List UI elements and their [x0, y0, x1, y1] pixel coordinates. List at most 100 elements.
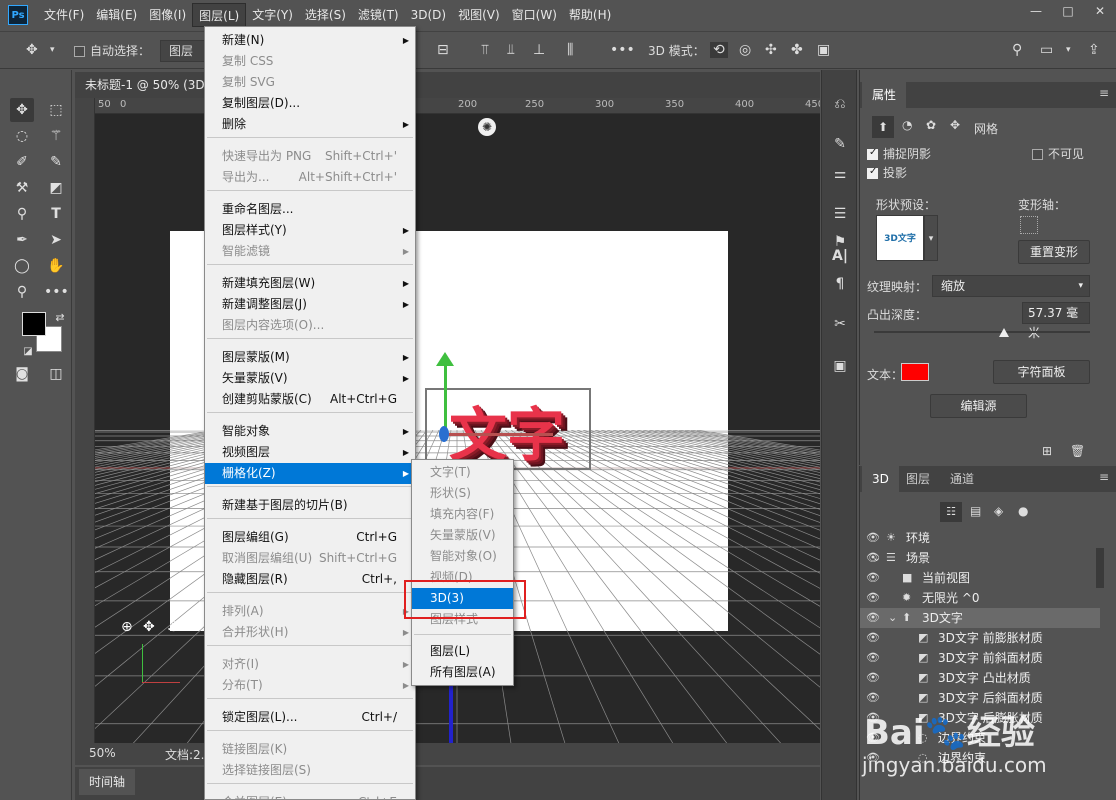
layer-menu-item[interactable]: 新建填充图层(W) ▶	[205, 273, 415, 294]
eraser-tool-icon[interactable]: ◩	[44, 176, 68, 200]
coordinates-tab-icon[interactable]: ✥	[950, 118, 960, 132]
foreground-color-swatch[interactable]	[22, 312, 46, 336]
invisible-checkbox[interactable]	[1032, 149, 1043, 160]
scene-tree-row[interactable]: 👁 ◩ 3D文字 凸出材质	[860, 668, 1100, 688]
menu-item[interactable]: 图像(I)	[143, 3, 192, 27]
slide-3d-icon[interactable]: ✤	[791, 42, 803, 58]
share-icon[interactable]: ⇪	[1088, 42, 1100, 58]
text-color-swatch[interactable]	[901, 363, 929, 381]
shape-preset-thumbnail[interactable]: 3D文字	[876, 215, 924, 261]
tab-timeline[interactable]: 时间轴	[79, 769, 136, 795]
type-tool-icon[interactable]: T	[44, 202, 68, 226]
scene-tree-row[interactable]: 👁 ☀ 环境	[860, 528, 1100, 548]
visibility-eye-icon[interactable]: 👁	[866, 668, 880, 688]
scene-tree-row[interactable]: 👁 ◩ 3D文字 前膨胀材质	[860, 628, 1100, 648]
orbit-3d-icon[interactable]: ⟲	[710, 42, 728, 58]
layer-menu-item[interactable]: 图层编组(G) Ctrl+G	[205, 527, 415, 548]
search-icon[interactable]: ⚲	[1012, 42, 1022, 58]
more-tools-icon[interactable]: •••	[44, 280, 69, 304]
expand-chevron-icon[interactable]: ⌄	[872, 548, 881, 568]
layer-menu-item[interactable]: 新建基于图层的切片(B)	[205, 495, 415, 516]
scene-tree-row[interactable]: 👁 ⌄ ☰ 场景	[860, 548, 1100, 568]
stamp-tool-icon[interactable]: ⚒	[10, 176, 34, 200]
tab-properties[interactable]: 属性	[862, 82, 907, 108]
workspace-icon[interactable]: ▭	[1040, 42, 1053, 58]
visibility-eye-icon[interactable]: 👁	[866, 568, 880, 588]
layer-menu-item[interactable]: 视频图层 ▶	[205, 442, 415, 463]
layer-menu-item[interactable]: 栅格化(Z) ▶	[205, 463, 415, 484]
drag-3d-icon[interactable]: ✣	[765, 42, 777, 58]
rasterize-menu-item[interactable]: 所有图层(A)	[412, 662, 513, 683]
layer-menu-item[interactable]: 删除 ▶	[205, 114, 415, 135]
menu-item[interactable]: 滤镜(T)	[352, 3, 405, 27]
quick-mask-icon[interactable]: ◙	[10, 362, 34, 386]
scene-tree-row[interactable]: 👁 ◩ 3D文字 前斜面材质	[860, 648, 1100, 668]
trash-icon[interactable]: 🗑	[1070, 444, 1085, 458]
history-icon[interactable]: ⎌	[828, 92, 852, 116]
move-tool-icon[interactable]: ✥	[26, 42, 38, 58]
reset-deform-button[interactable]: 重置变形	[1018, 240, 1090, 264]
chevron-down-icon[interactable]: ▾	[50, 45, 55, 55]
layer-menu-item[interactable]: 矢量蒙版(V) ▶	[205, 368, 415, 389]
menu-item[interactable]: 窗口(W)	[506, 3, 563, 27]
z-axis-gizmo-icon[interactable]	[439, 426, 449, 442]
character-panel-button[interactable]: 字符面板	[993, 360, 1090, 384]
adjustments-icon[interactable]: ⚌	[828, 162, 852, 186]
visibility-eye-icon[interactable]: 👁	[866, 648, 880, 668]
menu-item[interactable]: 3D(D)	[405, 3, 452, 27]
layer-menu-item[interactable]: 新建(N) ▶	[205, 30, 415, 51]
swap-colors-icon[interactable]: ⇄	[48, 306, 72, 330]
paragraph-icon[interactable]: ¶	[828, 272, 852, 296]
visibility-eye-icon[interactable]: 👁	[866, 608, 880, 628]
scene-tree-row[interactable]: 👁 ⌄ ⬆ 3D文字	[860, 608, 1100, 628]
expand-chevron-icon[interactable]: ⌄	[888, 608, 897, 628]
document-tab[interactable]: 未标题-1 @ 50% (3D	[75, 72, 820, 98]
visibility-eye-icon[interactable]: 👁	[866, 528, 880, 548]
minimize-button[interactable]: —	[1020, 0, 1052, 24]
tools-preset-icon[interactable]: ✂	[828, 312, 852, 336]
pan-camera-icon[interactable]: ✥	[143, 619, 155, 635]
align-vcenter-icon[interactable]: ⫫	[507, 42, 515, 58]
screen-mode-icon[interactable]: ◫	[44, 362, 68, 386]
orbit-camera-icon[interactable]: ⊕	[121, 619, 133, 635]
pen-tool-icon[interactable]: ✒	[10, 228, 34, 252]
layer-menu-item[interactable]: 图层样式(Y) ▶	[205, 220, 415, 241]
extrude-depth-slider[interactable]	[874, 331, 1090, 333]
shape-preset-chevron-icon[interactable]: ▾	[924, 215, 938, 261]
layer-menu-item[interactable]: 重命名图层...	[205, 199, 415, 220]
brush-tool-icon[interactable]: ✎	[44, 150, 68, 174]
document-info[interactable]: 文档:2.	[165, 746, 205, 763]
artboard-icon[interactable]: ▣	[828, 354, 852, 378]
extrude-depth-input[interactable]: 57.37 毫米	[1022, 302, 1090, 340]
catch-shadow-checkbox[interactable]	[867, 147, 878, 160]
paragraph-styles-icon[interactable]: ☰	[828, 202, 852, 226]
align-bottom-icon[interactable]: ⊥	[533, 42, 545, 58]
lasso-tool-icon[interactable]: ◌	[10, 124, 34, 148]
menu-item[interactable]: 编辑(E)	[90, 3, 143, 27]
visibility-eye-icon[interactable]: 👁	[866, 588, 880, 608]
scene-tree-row[interactable]: 👁 ✹ 无限光 ^0	[860, 588, 1100, 608]
menu-item[interactable]: 视图(V)	[452, 3, 506, 27]
menu-item[interactable]: 选择(S)	[299, 3, 352, 27]
align-top-icon[interactable]: ⫪	[481, 42, 489, 58]
panel-menu-icon[interactable]: ≡	[1099, 86, 1109, 100]
layer-menu-item[interactable]: 智能对象 ▶	[205, 421, 415, 442]
deform-tab-icon[interactable]: ◔	[902, 118, 912, 132]
align-center-icon[interactable]: ⊟	[437, 42, 449, 58]
visibility-eye-icon[interactable]: 👁	[866, 628, 880, 648]
layer-menu-item[interactable]: 隐藏图层(R) Ctrl+,	[205, 569, 415, 590]
tab-3d[interactable]: 3D	[862, 466, 899, 492]
auto-select-option[interactable]: 自动选择：	[74, 42, 150, 60]
light-widget-icon[interactable]: ✺	[478, 118, 496, 136]
panel3d-menu-icon[interactable]: ≡	[1099, 470, 1109, 484]
menu-item[interactable]: 文字(Y)	[246, 3, 299, 27]
path-select-icon[interactable]: ➤	[44, 228, 68, 252]
magic-wand-icon[interactable]: ⚚	[44, 124, 68, 148]
rasterize-menu-item[interactable]: 图层(L)	[412, 641, 513, 662]
menu-item[interactable]: 文件(F)	[38, 3, 90, 27]
ellipse-tool-icon[interactable]: ◯	[10, 254, 34, 278]
dolly-camera-icon[interactable]: ⚓	[167, 619, 180, 635]
cap-tab-icon[interactable]: ✿	[926, 118, 936, 132]
x-axis-gizmo[interactable]	[443, 433, 553, 436]
cast-shadow-checkbox[interactable]	[867, 166, 878, 179]
